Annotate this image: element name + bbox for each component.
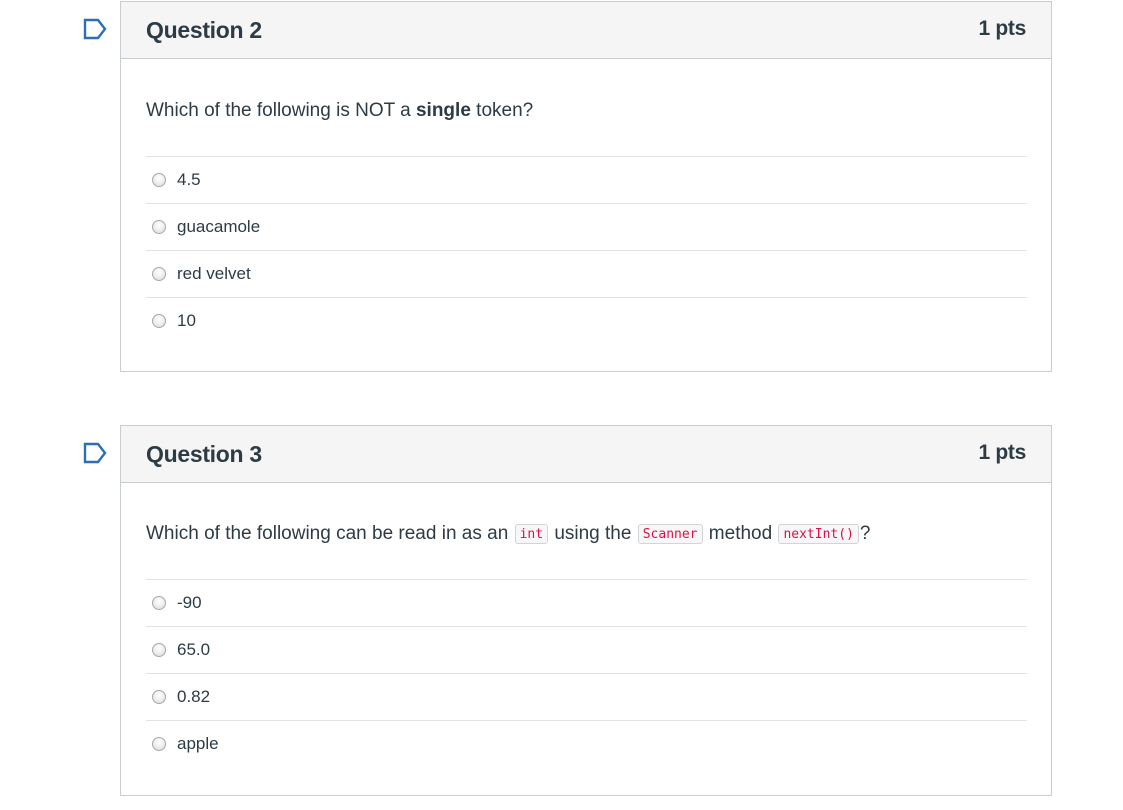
question-text-after: token? [470,100,534,121]
question-points: 1 pts [978,17,1026,40]
answer-option[interactable]: red velvet [146,250,1027,297]
code-scanner: Scanner [637,524,703,544]
radio-button[interactable] [152,173,166,187]
question-title: Question 3 [146,441,262,467]
answer-label[interactable]: -90 [177,593,202,613]
answer-option[interactable]: guacamole [146,203,1027,250]
code-nextint: nextInt() [778,524,859,544]
question-2: Question 2 1 pts Which of the following … [120,1,1052,372]
question-text: Which of the following is NOT a single t… [146,100,533,122]
answer-list: -90 65.0 0.82 apple [146,579,1027,767]
question-text-part: ? [859,523,871,544]
question-3: Question 3 1 pts Which of the following … [120,425,1052,796]
answer-option[interactable]: 4.5 [146,156,1027,203]
code-int: int [514,524,549,544]
answer-label[interactable]: 0.82 [177,687,210,707]
answer-option[interactable]: 65.0 [146,626,1027,673]
question-text-part: method [703,523,778,544]
question-text-bold: single [415,100,471,121]
question-text-part: Which of the following can be read in as… [146,523,514,544]
radio-button[interactable] [152,267,166,281]
answer-label[interactable]: 10 [177,311,196,331]
answer-option[interactable]: apple [146,720,1027,767]
flag-question-2-icon[interactable] [83,18,107,40]
question-points: 1 pts [978,441,1026,464]
radio-button[interactable] [152,643,166,657]
question-text-before: Which of the following is NOT a [146,100,416,121]
radio-button[interactable] [152,737,166,751]
answer-label[interactable]: apple [177,734,219,754]
answer-label[interactable]: red velvet [177,264,251,284]
answer-option[interactable]: 0.82 [146,673,1027,720]
radio-button[interactable] [152,596,166,610]
answer-list: 4.5 guacamole red velvet 10 [146,156,1027,344]
question-header: Question 3 1 pts [121,426,1051,483]
radio-button[interactable] [152,314,166,328]
question-text: Which of the following can be read in as… [146,523,870,545]
flag-question-3-icon[interactable] [83,442,107,464]
answer-option[interactable]: 10 [146,297,1027,344]
answer-label[interactable]: guacamole [177,217,260,237]
question-title: Question 2 [146,17,262,43]
question-text-part: using the [549,523,637,544]
radio-button[interactable] [152,220,166,234]
answer-label[interactable]: 4.5 [177,170,201,190]
answer-option[interactable]: -90 [146,579,1027,626]
radio-button[interactable] [152,690,166,704]
answer-label[interactable]: 65.0 [177,640,210,660]
question-header: Question 2 1 pts [121,2,1051,59]
